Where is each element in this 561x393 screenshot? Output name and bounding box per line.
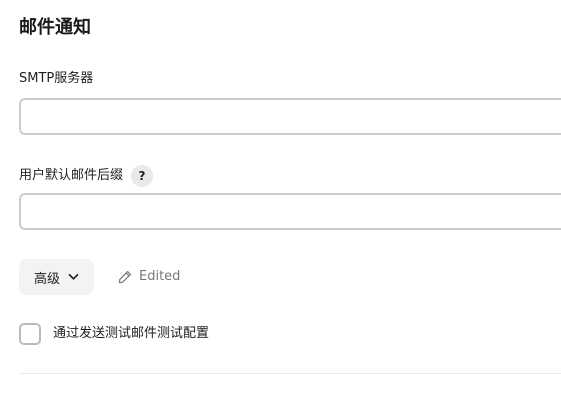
edited-indicator: Edited <box>118 268 180 286</box>
help-icon[interactable]: ? <box>131 165 154 187</box>
test-config-row[interactable]: 通过发送测试邮件测试配置 <box>19 323 209 345</box>
default-suffix-label: 用户默认邮件后缀 ? <box>19 165 154 187</box>
default-suffix-input[interactable] <box>19 193 561 230</box>
section-divider <box>19 373 561 374</box>
pencil-icon <box>118 270 132 284</box>
chevron-down-icon <box>68 273 79 281</box>
section-title: 邮件通知 <box>19 17 91 38</box>
smtp-server-label: SMTP服务器 <box>19 70 93 88</box>
default-suffix-label-text: 用户默认邮件后缀 <box>19 168 124 183</box>
advanced-button-label: 高级 <box>33 271 60 287</box>
test-config-label[interactable]: 通过发送测试邮件测试配置 <box>53 325 209 343</box>
smtp-server-label-text: SMTP服务器 <box>19 71 94 86</box>
edited-label: Edited <box>139 269 181 284</box>
smtp-server-input[interactable] <box>19 98 561 135</box>
test-config-checkbox[interactable] <box>19 323 41 345</box>
advanced-button[interactable]: 高级 <box>19 259 94 295</box>
